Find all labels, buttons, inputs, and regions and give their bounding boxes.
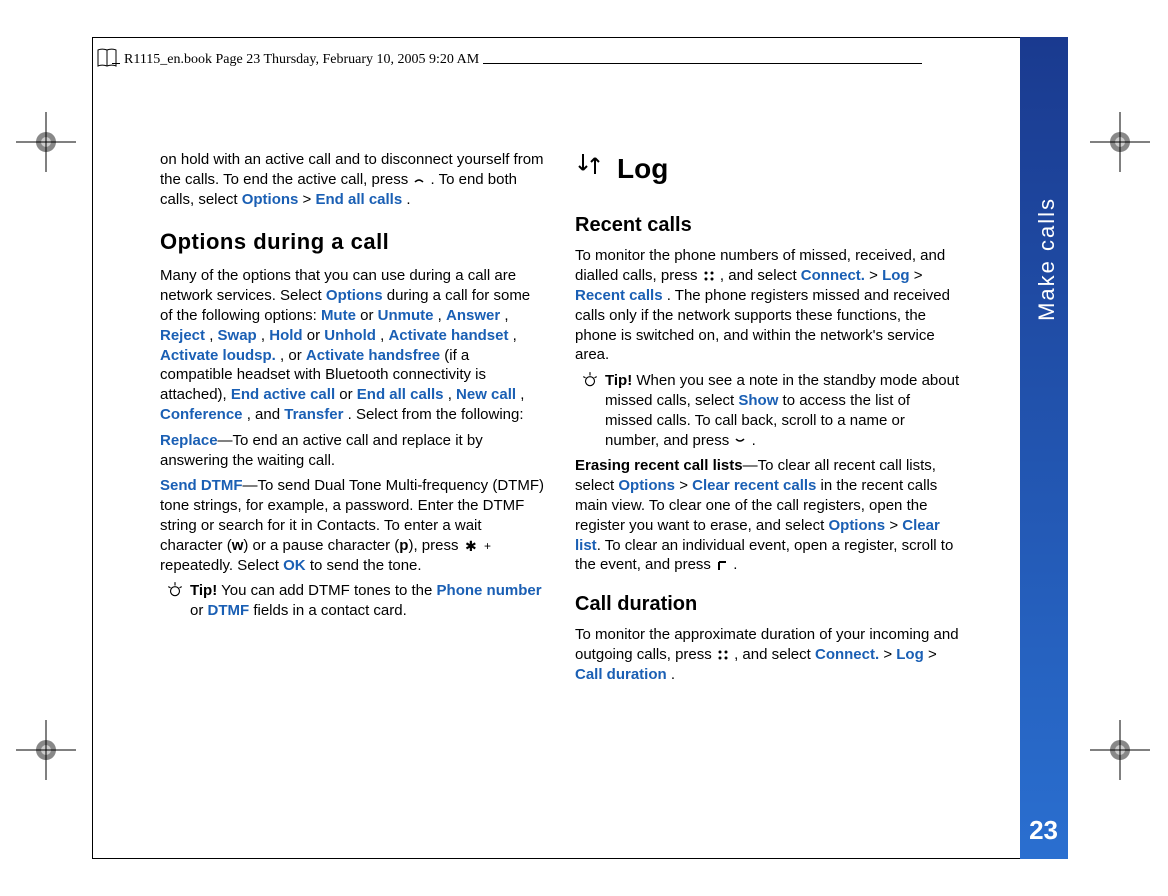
menu-key-icon xyxy=(716,648,730,662)
crop-mark-tl xyxy=(16,112,76,172)
menu-key-icon xyxy=(702,269,716,283)
end-call-key-icon xyxy=(412,173,426,187)
heading-call-duration: Call duration xyxy=(575,591,960,617)
heading-log: Log xyxy=(575,150,960,188)
para-replace: Replace—To end an active call and replac… xyxy=(160,431,545,471)
tip-dtmf: Tip! You can add DTMF tones to the Phone… xyxy=(166,581,545,621)
crop-mark-bl xyxy=(16,720,76,780)
para-erasing: Erasing recent call lists—To clear all r… xyxy=(575,456,960,575)
para-options-list: Many of the options that you can use dur… xyxy=(160,266,545,424)
heading-recent-calls: Recent calls xyxy=(575,212,960,238)
right-column: Log Recent calls To monitor the phone nu… xyxy=(575,150,960,691)
tip-icon xyxy=(581,371,599,450)
heading-options-during-call: Options during a call xyxy=(160,227,545,256)
tip-icon xyxy=(166,581,184,621)
clear-key-icon xyxy=(715,558,729,572)
svg-text:✱: ✱ xyxy=(465,539,477,553)
crop-mark-tr xyxy=(1090,112,1150,172)
para-call-duration: To monitor the approximate duration of y… xyxy=(575,625,960,684)
book-icon xyxy=(95,46,119,70)
left-column: on hold with an active call and to disco… xyxy=(160,150,545,691)
para-recent-calls: To monitor the phone numbers of missed, … xyxy=(575,246,960,365)
call-key-icon xyxy=(733,434,747,448)
star-key-icon: ✱ xyxy=(463,539,477,553)
crop-mark-br xyxy=(1090,720,1150,780)
header-text: R1115_en.book Page 23 Thursday, February… xyxy=(120,52,483,68)
svg-text:+: + xyxy=(484,539,491,553)
chapter-label: Make calls xyxy=(1034,197,1060,321)
tip-missed-calls: Tip! When you see a note in the standby … xyxy=(581,371,960,450)
para-hold: on hold with an active call and to disco… xyxy=(160,150,545,209)
page-number: 23 xyxy=(1029,815,1058,846)
log-icon xyxy=(575,150,603,188)
plus-key-icon: + xyxy=(481,539,495,553)
para-send-dtmf: Send DTMF—To send Dual Tone Multi-freque… xyxy=(160,476,545,575)
chapter-tab: Make calls xyxy=(1020,37,1068,859)
